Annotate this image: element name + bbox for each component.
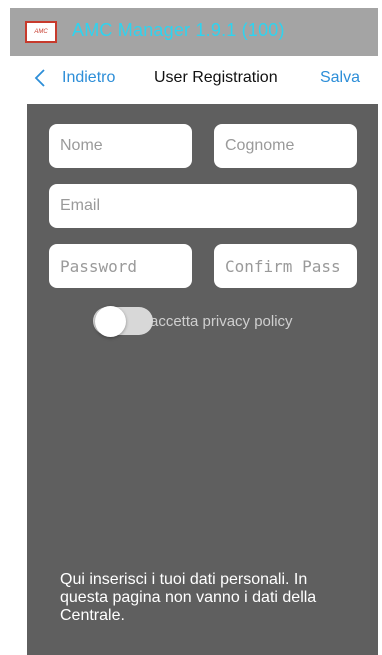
- privacy-policy-toggle[interactable]: [93, 305, 153, 337]
- save-button[interactable]: Salva: [320, 69, 360, 87]
- registration-form: accetta privacy policy Qui inserisci i t…: [27, 104, 378, 655]
- amc-logo-icon: AMC: [25, 21, 57, 43]
- chevron-left-icon: [34, 69, 45, 87]
- page-title: User Registration: [154, 69, 278, 86]
- password-input[interactable]: [49, 244, 192, 288]
- last-name-input[interactable]: [214, 124, 357, 168]
- toggle-knob: [95, 305, 126, 337]
- navigation-bar: Indietro User Registration Salva: [24, 56, 378, 104]
- first-name-input[interactable]: [49, 124, 192, 168]
- back-label: Indietro: [62, 69, 116, 86]
- app-title-bar: AMC AMC Manager 1.9.1 (100): [10, 8, 378, 56]
- info-text: Qui inserisci i tuoi dati personali. In …: [60, 571, 317, 624]
- confirm-password-input[interactable]: [214, 244, 357, 288]
- logo-text: AMC: [34, 29, 48, 35]
- back-button[interactable]: Indietro: [34, 69, 115, 87]
- privacy-policy-label: accetta privacy policy: [150, 312, 293, 330]
- email-input[interactable]: [49, 184, 357, 228]
- app-title: AMC Manager 1.9.1 (100): [72, 20, 285, 40]
- privacy-policy-row: accetta privacy policy: [93, 305, 293, 337]
